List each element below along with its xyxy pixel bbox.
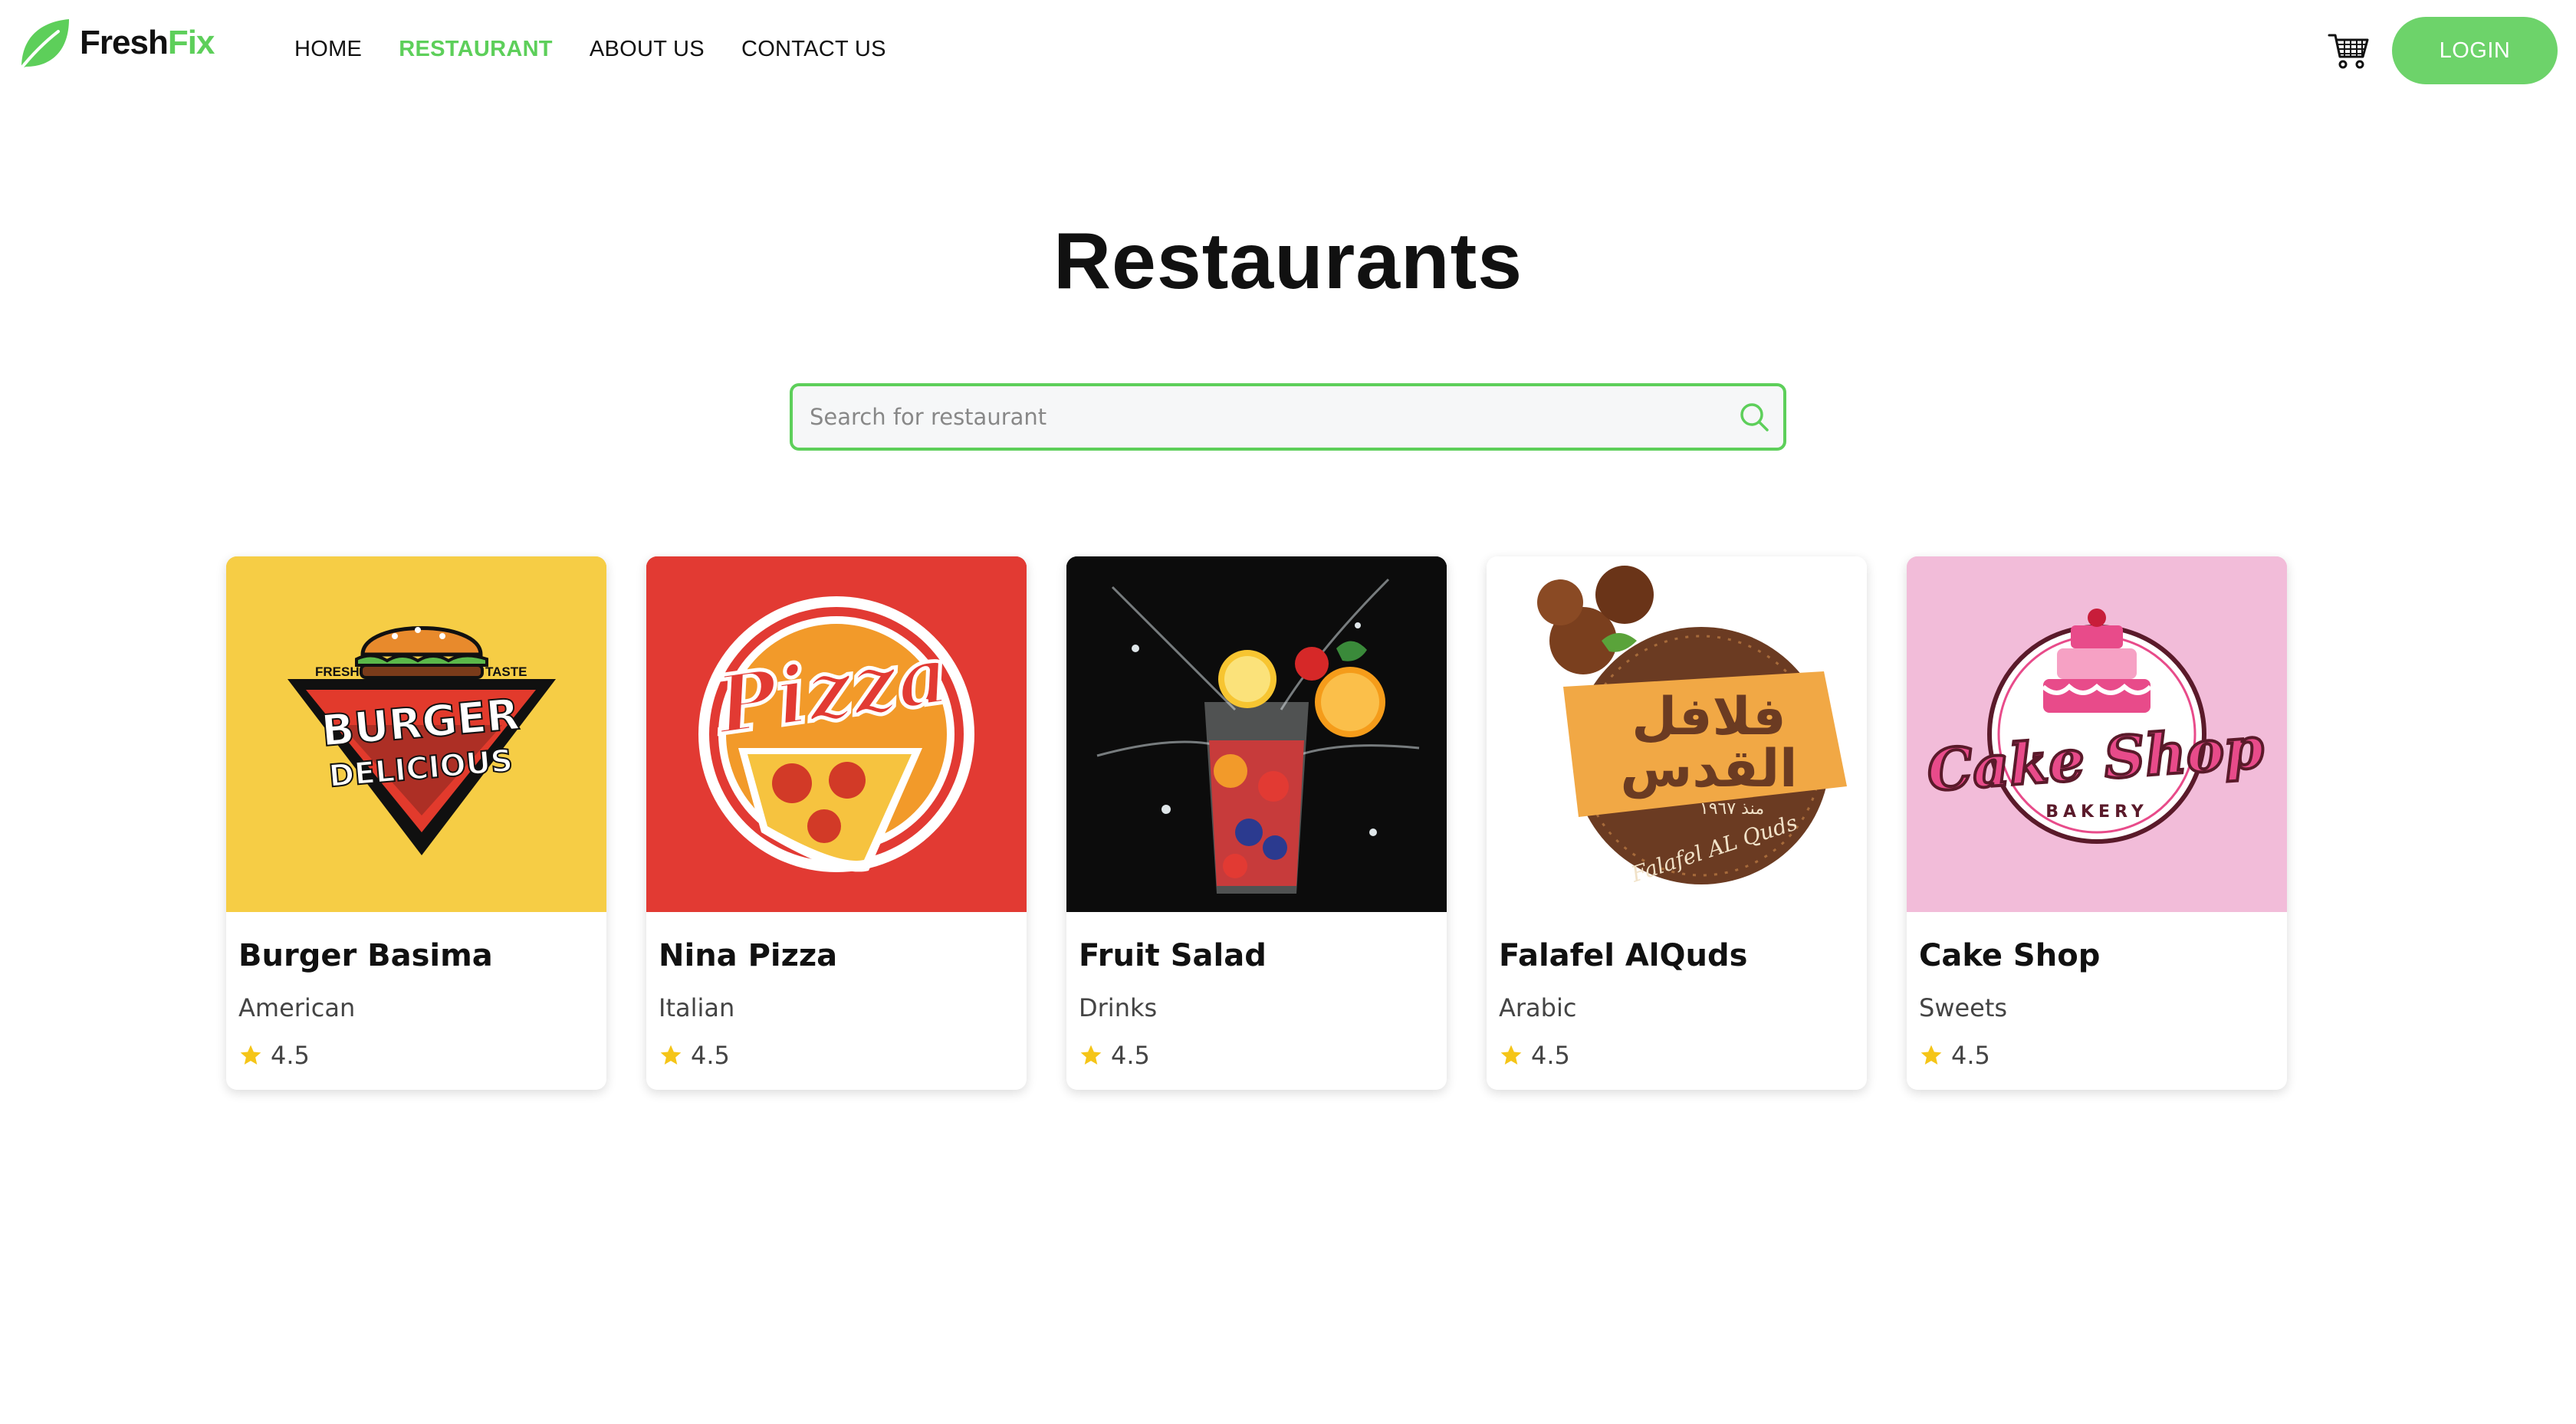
main-nav: HOME RESTAURANT ABOUT US CONTACT US — [294, 37, 886, 62]
rating-value: 4.5 — [1111, 1041, 1150, 1070]
burger-logo-fresh: FRESH — [315, 664, 360, 679]
restaurant-name: Burger Basima — [238, 938, 493, 973]
restaurant-rating: 4.5 — [1919, 1041, 1990, 1070]
top-navbar: FreshFix HOME RESTAURANT ABOUT US CONTAC… — [0, 0, 2576, 107]
star-icon — [660, 1045, 682, 1065]
restaurant-rating: 4.5 — [659, 1041, 730, 1070]
rating-value: 4.5 — [271, 1041, 310, 1070]
star-icon — [1921, 1045, 1942, 1065]
restaurant-cuisine: Drinks — [1079, 993, 1158, 1022]
brand-name-part1: Fresh — [80, 24, 169, 61]
nav-contact-us[interactable]: CONTACT US — [741, 37, 886, 62]
restaurant-image: فلافل القدس منذ ١٩٦٧ Falafel AL Quds — [1487, 556, 1867, 912]
search-bar — [790, 383, 1786, 451]
restaurant-image — [1066, 556, 1447, 912]
rating-value: 4.5 — [1531, 1041, 1570, 1070]
pizza-logo: Pizza — [646, 556, 1027, 912]
restaurant-image: Cake Shop BAKERY — [1907, 556, 2287, 912]
search-input[interactable] — [793, 386, 1737, 448]
restaurant-cuisine: Italian — [659, 993, 735, 1022]
restaurant-card[interactable]: FRESH TASTE BURGER DELICIOUS Burger Basi… — [226, 556, 606, 1090]
restaurant-grid: FRESH TASTE BURGER DELICIOUS Burger Basi… — [226, 556, 2287, 1090]
nav-home[interactable]: HOME — [294, 37, 362, 62]
rating-value: 4.5 — [1951, 1041, 1990, 1070]
restaurant-image: Pizza — [646, 556, 1027, 912]
brand-name: FreshFix — [80, 24, 215, 62]
fruit-salad-photo — [1066, 556, 1447, 912]
page-title: Restaurants — [1053, 217, 1523, 306]
restaurant-card[interactable]: Pizza Nina Pizza Italian 4.5 — [646, 556, 1027, 1090]
falafel-logo: فلافل القدس منذ ١٩٦٧ Falafel AL Quds — [1487, 556, 1867, 912]
search-icon[interactable] — [1737, 400, 1771, 434]
star-icon — [1080, 1045, 1102, 1065]
star-icon — [240, 1045, 261, 1065]
brand-name-part2: Fix — [167, 24, 215, 61]
restaurant-name: Cake Shop — [1919, 938, 2101, 973]
rating-value: 4.5 — [691, 1041, 730, 1070]
restaurant-rating: 4.5 — [1079, 1041, 1150, 1070]
restaurant-name: Falafel AlQuds — [1499, 938, 1748, 973]
leaf-icon — [18, 19, 69, 71]
falafel-logo-since: منذ ١٩٦٧ — [1700, 799, 1764, 819]
cart-icon[interactable] — [2328, 31, 2371, 71]
restaurant-cuisine: American — [238, 993, 356, 1022]
restaurant-rating: 4.5 — [238, 1041, 310, 1070]
restaurant-cuisine: Sweets — [1919, 993, 2008, 1022]
restaurant-card[interactable]: Fruit Salad Drinks 4.5 — [1066, 556, 1447, 1090]
login-button[interactable]: LOGIN — [2392, 17, 2558, 84]
falafel-logo-arabic-2: القدس — [1621, 739, 1798, 799]
nav-restaurant[interactable]: RESTAURANT — [399, 37, 553, 62]
restaurant-card[interactable]: فلافل القدس منذ ١٩٦٧ Falafel AL Quds Fal… — [1487, 556, 1867, 1090]
cake-shop-logo-bakery: BAKERY — [2045, 802, 2148, 822]
nav-about-us[interactable]: ABOUT US — [590, 37, 705, 62]
restaurant-name: Fruit Salad — [1079, 938, 1267, 973]
burger-logo: FRESH TASTE BURGER DELICIOUS — [226, 556, 606, 912]
restaurant-cuisine: Arabic — [1499, 993, 1577, 1022]
restaurant-card[interactable]: Cake Shop BAKERY Cake Shop Sweets 4.5 — [1907, 556, 2287, 1090]
cake-shop-logo: Cake Shop BAKERY — [1907, 556, 2287, 912]
brand-logo[interactable]: FreshFix — [15, 14, 215, 72]
burger-logo-taste: TASTE — [485, 664, 527, 679]
restaurant-image: FRESH TASTE BURGER DELICIOUS — [226, 556, 606, 912]
restaurant-name: Nina Pizza — [659, 938, 838, 973]
restaurant-rating: 4.5 — [1499, 1041, 1570, 1070]
star-icon — [1500, 1045, 1522, 1065]
